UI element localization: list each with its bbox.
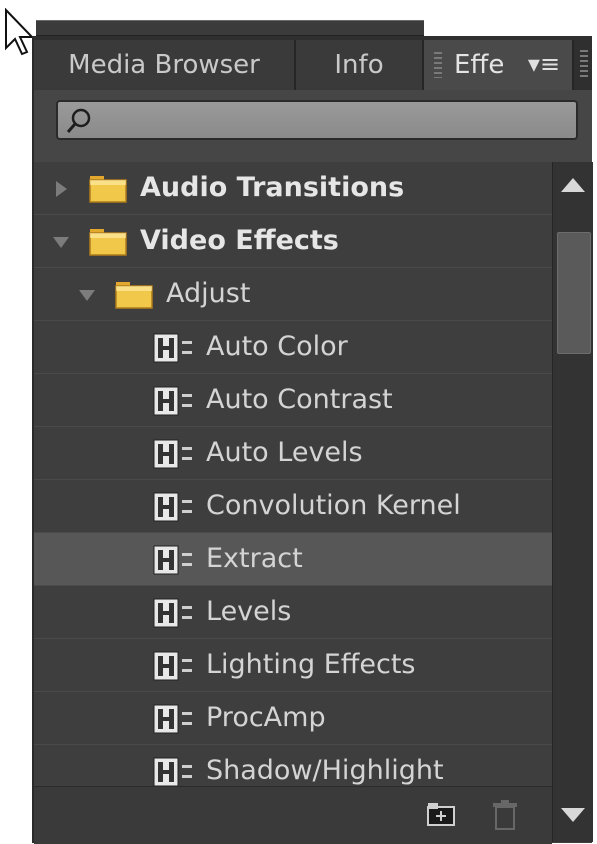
tab-right-grip-icon[interactable] bbox=[580, 50, 588, 78]
tree-row-label: Levels bbox=[206, 596, 292, 627]
tab-effects-label: Effe bbox=[454, 50, 505, 80]
effect-icon bbox=[153, 651, 192, 681]
tree-row-label: Auto Color bbox=[206, 331, 348, 362]
effect-icon bbox=[153, 386, 192, 416]
panel-menu-icon[interactable]: ▾≡ bbox=[516, 40, 572, 90]
tree-row-label: Audio Transitions bbox=[140, 172, 405, 203]
scroll-down-arrow-icon[interactable] bbox=[553, 786, 593, 842]
panel-tab-bar: Media Browser Info Effe ▾≡ bbox=[34, 36, 592, 90]
tree-row-label: Video Effects bbox=[140, 225, 339, 256]
search-input[interactable] bbox=[56, 100, 578, 140]
effect-icon bbox=[153, 757, 192, 786]
expand-triangle-down-icon[interactable] bbox=[50, 231, 72, 253]
tree-folder-row[interactable]: Audio Transitions bbox=[34, 162, 552, 215]
folder-icon bbox=[115, 282, 153, 309]
tab-media-browser[interactable]: Media Browser bbox=[34, 40, 296, 90]
tree-effect-row[interactable]: Shadow/Highlight bbox=[34, 745, 552, 786]
scroll-up-arrow-icon[interactable] bbox=[553, 162, 593, 216]
tree-folder-row[interactable]: Video Effects bbox=[34, 215, 552, 268]
search-icon bbox=[66, 108, 91, 133]
expand-triangle-right-icon[interactable] bbox=[50, 178, 72, 200]
tree-folder-row[interactable]: Adjust bbox=[34, 268, 552, 321]
effect-icon bbox=[153, 704, 192, 734]
tree-effect-row[interactable]: Extract bbox=[34, 533, 552, 586]
tree-row-label: Auto Contrast bbox=[206, 384, 393, 415]
effects-tree: Audio Transitions Video Effects Adjust Auto… bbox=[34, 162, 552, 786]
tree-row-label: Extract bbox=[206, 543, 303, 574]
effect-icon bbox=[153, 492, 192, 522]
tab-grip-icon[interactable] bbox=[434, 52, 442, 78]
search-row bbox=[34, 90, 592, 162]
tree-effect-row[interactable]: Auto Levels bbox=[34, 427, 552, 480]
bottom-toolbar bbox=[34, 786, 552, 844]
tree-row-label: Lighting Effects bbox=[206, 649, 416, 680]
folder-icon bbox=[89, 176, 127, 203]
effect-icon bbox=[153, 439, 192, 469]
effects-panel: Media Browser Info Effe ▾≡ Audio Transit… bbox=[32, 36, 593, 844]
scroll-thumb[interactable] bbox=[557, 232, 591, 354]
new-bin-icon[interactable] bbox=[426, 799, 460, 829]
vertical-scrollbar[interactable] bbox=[552, 162, 593, 842]
tree-effect-row[interactable]: Levels bbox=[34, 586, 552, 639]
tree-row-label: Auto Levels bbox=[206, 437, 363, 468]
tree-effect-row[interactable]: Auto Contrast bbox=[34, 374, 552, 427]
tree-row-label: ProcAmp bbox=[206, 702, 326, 733]
trash-icon[interactable] bbox=[490, 799, 520, 831]
tree-effect-row[interactable]: Lighting Effects bbox=[34, 639, 552, 692]
tree-effect-row[interactable]: Convolution Kernel bbox=[34, 480, 552, 533]
effect-icon bbox=[153, 545, 192, 575]
tree-row-label: Adjust bbox=[166, 278, 251, 309]
tree-row-label: Convolution Kernel bbox=[206, 490, 461, 521]
tree-effect-row[interactable]: Auto Color bbox=[34, 321, 552, 374]
tab-effects[interactable]: Effe ▾≡ bbox=[424, 40, 574, 90]
effect-icon bbox=[153, 598, 192, 628]
panel-top-bar bbox=[36, 20, 424, 36]
expand-triangle-down-icon[interactable] bbox=[76, 284, 98, 306]
tab-info[interactable]: Info bbox=[296, 40, 424, 90]
mouse-cursor-icon bbox=[5, 8, 34, 56]
tree-effect-row[interactable]: ProcAmp bbox=[34, 692, 552, 745]
folder-icon bbox=[89, 229, 127, 256]
effect-icon bbox=[153, 333, 192, 363]
tree-row-label: Shadow/Highlight bbox=[206, 755, 444, 786]
